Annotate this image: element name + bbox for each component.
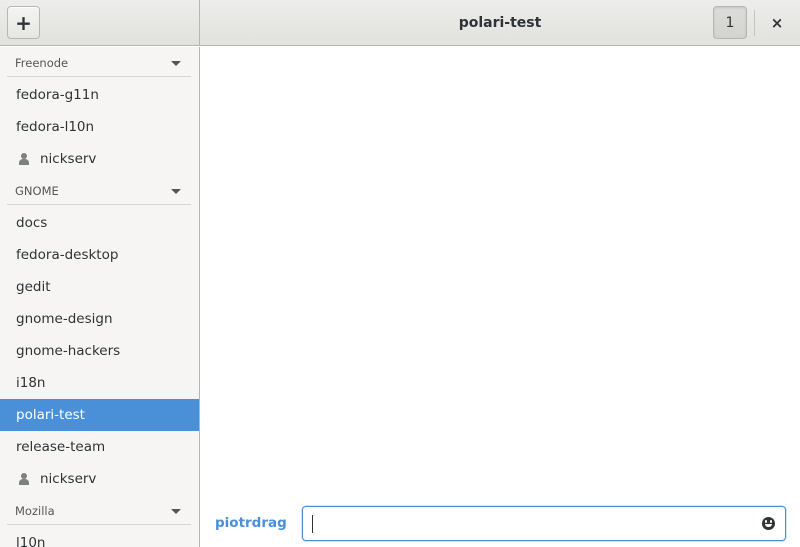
header-separator xyxy=(754,10,755,36)
network-name: Freenode xyxy=(15,56,69,70)
network-header-freenode[interactable]: Freenode xyxy=(0,47,199,79)
window-title: polari-test xyxy=(458,15,542,31)
network-name: Mozilla xyxy=(15,504,55,518)
header-bar: + polari-test 1 × xyxy=(0,0,800,46)
room-label: docs xyxy=(16,215,48,231)
face-smile-icon[interactable] xyxy=(762,517,775,530)
room-item-gedit[interactable]: gedit xyxy=(0,271,199,303)
room-item-fedora-g11n[interactable]: fedora-g11n xyxy=(0,79,199,111)
room-item-fedora-desktop[interactable]: fedora-desktop xyxy=(0,239,199,271)
plus-icon: + xyxy=(15,10,32,35)
room-item-release-team[interactable]: release-team xyxy=(0,431,199,463)
room-item-fedora-l10n[interactable]: fedora-l10n xyxy=(0,111,199,143)
room-item-l10n[interactable]: l10n xyxy=(0,527,199,547)
room-item-i18n[interactable]: i18n xyxy=(0,367,199,399)
user-list-button[interactable]: 1 xyxy=(713,6,747,39)
room-list-sidebar: Freenode fedora-g11n fedora-l10n nickser… xyxy=(0,47,200,547)
room-label: gedit xyxy=(16,279,51,295)
room-item-nickserv[interactable]: nickserv xyxy=(0,143,199,175)
room-label: gnome-hackers xyxy=(16,343,121,359)
chevron-down-icon[interactable] xyxy=(171,509,181,514)
close-button[interactable]: × xyxy=(760,6,794,39)
room-item-gnome-design[interactable]: gnome-design xyxy=(0,303,199,335)
room-item-gnome-hackers[interactable]: gnome-hackers xyxy=(0,335,199,367)
network-header-gnome[interactable]: GNOME xyxy=(0,175,199,207)
add-room-button[interactable]: + xyxy=(7,6,40,39)
room-item-docs[interactable]: docs xyxy=(0,207,199,239)
message-entry[interactable] xyxy=(302,506,786,541)
header-bar-sidebar-section: + xyxy=(0,0,200,46)
room-item-nickserv[interactable]: nickserv xyxy=(0,463,199,495)
person-icon xyxy=(19,473,29,485)
room-label: nickserv xyxy=(40,151,97,167)
network-header-mozilla[interactable]: Mozilla xyxy=(0,495,199,527)
room-label: gnome-design xyxy=(16,311,113,327)
room-label: polari-test xyxy=(16,407,85,423)
text-caret xyxy=(312,515,313,533)
room-label: l10n xyxy=(16,535,46,547)
chat-log[interactable] xyxy=(200,47,800,499)
room-label: i18n xyxy=(16,375,46,391)
network-name: GNOME xyxy=(15,184,59,198)
close-icon: × xyxy=(770,13,784,32)
room-label: nickserv xyxy=(40,471,97,487)
room-label: release-team xyxy=(16,439,106,455)
room-item-polari-test[interactable]: polari-test xyxy=(0,399,199,431)
chevron-down-icon[interactable] xyxy=(171,61,181,66)
room-label: fedora-l10n xyxy=(16,119,95,135)
room-label: fedora-desktop xyxy=(16,247,119,263)
nick-button[interactable]: piotrdrag xyxy=(215,510,287,536)
room-label: fedora-g11n xyxy=(16,87,99,103)
person-icon xyxy=(19,153,29,165)
chevron-down-icon[interactable] xyxy=(171,189,181,194)
